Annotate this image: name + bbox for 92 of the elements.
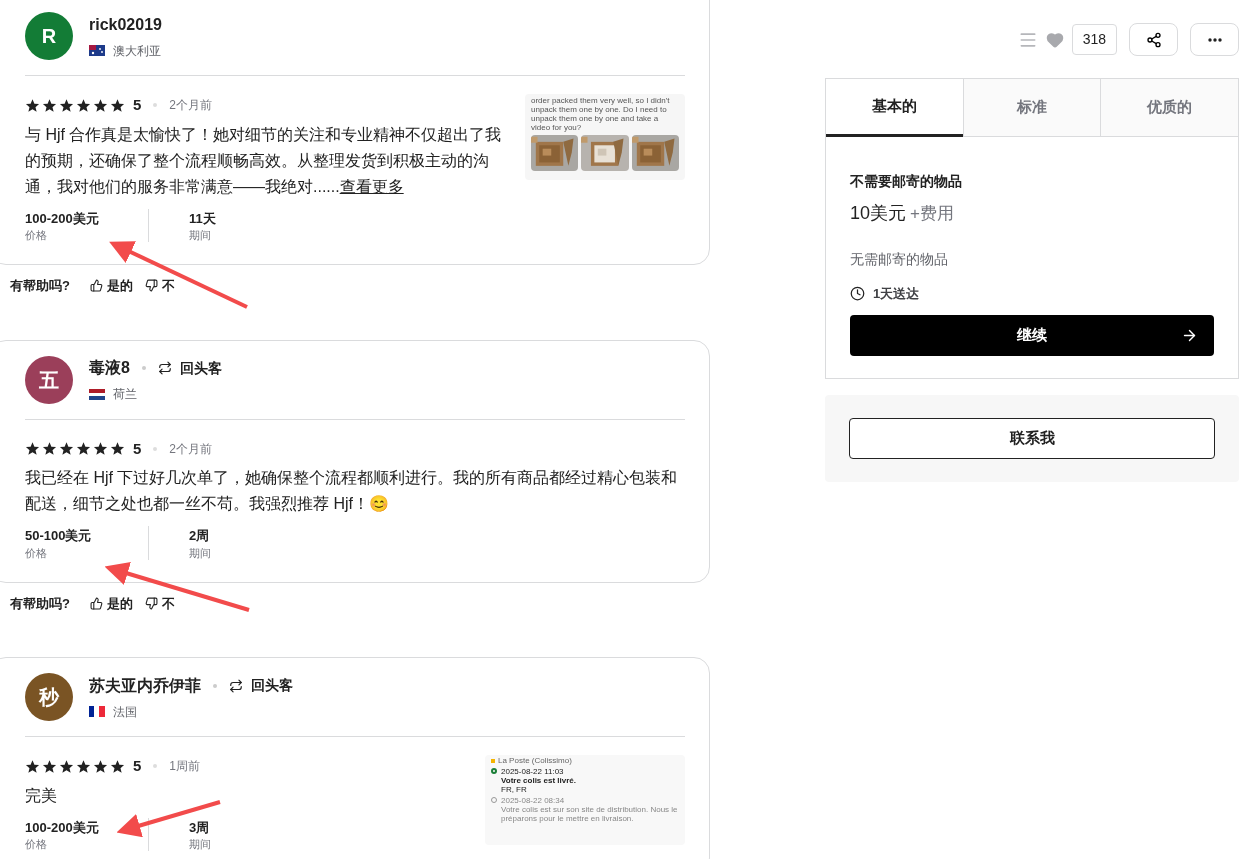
star-icon (25, 758, 40, 774)
stat-value: 100-200美元 (25, 209, 100, 228)
clock-icon (850, 286, 865, 302)
review-text: 我已经在 Hjf 下过好几次单了，她确保整个流程都顺利进行。我的所有商品都经过精心包装和配送，细节之处也都一丝不苟。我强烈推荐 Hjf！😊 (25, 468, 679, 514)
helpful-yes-button[interactable]: 是的 (89, 593, 133, 613)
reviewer-country: 荷兰 (113, 386, 137, 403)
star-icon (59, 97, 74, 113)
package-fee: +费用 (910, 203, 954, 225)
flag-icon (89, 388, 105, 400)
avatar: 五 (25, 355, 73, 404)
star-icon (76, 758, 91, 774)
message-text: order packed them very well, so I didn't unpack them one by one. Do I need to unpack them one by one and take a video for you? (531, 96, 671, 132)
stat-label: 期间 (189, 838, 211, 851)
review-time: 2个月前 (169, 97, 213, 115)
star-icon (110, 97, 125, 113)
stat-label: 价格 (25, 838, 48, 851)
star-icon (59, 758, 74, 774)
event-title: Votre colis est sur son site de distribution. Nous le préparons pour le mettre en livraison. (501, 805, 679, 823)
share-button[interactable] (1129, 23, 1178, 56)
thumbs-down-icon (144, 279, 158, 293)
stat-label: 价格 (25, 229, 48, 242)
helpful-no-button[interactable]: 不 (144, 276, 175, 296)
thumbs-up-icon (89, 596, 103, 610)
star-icon (93, 441, 108, 457)
delivery-time: 1天送达 (873, 285, 920, 303)
attachment-preview[interactable]: La Poste (Colissimo) 2025-08-22 11:03 Votre colis est livré. FR, FR 2025-08-22 08:34 Votre colis est sur son site de distribution. Nous le préparons pour le mettre en livraison. (485, 755, 685, 845)
review-time: 1周前 (169, 758, 201, 776)
star-icon (25, 441, 40, 457)
contact-button[interactable]: 联系我 (849, 417, 1215, 459)
more-button[interactable] (1190, 23, 1239, 56)
helpful-no-button[interactable]: 不 (144, 593, 175, 613)
helpful-question: 有帮助吗? (10, 594, 70, 613)
flag-icon (89, 45, 105, 56)
more-icon (1207, 37, 1222, 42)
flag-icon (89, 706, 105, 717)
stat-value: 100-200美元 (25, 818, 100, 837)
review-text: 完美 (25, 785, 57, 806)
event-time: 2025-08-22 11:03 (501, 767, 565, 776)
reviewer-country: 法国 (113, 703, 137, 721)
rating-value: 5 (133, 95, 142, 115)
star-icon (59, 441, 74, 457)
rating-value: 5 (133, 756, 142, 776)
star-icon (42, 441, 57, 457)
star-icon (93, 758, 108, 774)
package-tab[interactable]: 标准 (962, 79, 1101, 137)
star-icon (76, 441, 91, 457)
star-icon (110, 441, 125, 457)
review-text: 与 Hjf 合作真是太愉快了！她对细节的关注和专业精神不仅超出了我的预期，还确保了整个流程顺畅高效。从整理发货到积极主动的沟通，我对他们的服务非常满意——我绝对......查看更多 (25, 124, 503, 197)
thumbs-up-icon (89, 279, 103, 293)
stat-label: 期间 (189, 229, 212, 242)
thumbs-down-icon (144, 596, 158, 610)
star-icon (93, 97, 108, 113)
stat-value: 50-100美元 (25, 527, 93, 545)
rating-value: 5 (133, 438, 142, 459)
event-title: Votre colis est livré. (501, 776, 576, 785)
event-detail: FR, FR (501, 785, 528, 794)
repeat-icon (229, 678, 243, 693)
helpful-yes-button[interactable]: 是的 (89, 276, 133, 296)
heart-icon[interactable] (1045, 30, 1064, 49)
helpful-question: 有帮助吗? (10, 277, 70, 295)
star-icon (25, 97, 40, 113)
stat-value: 11天 (189, 209, 216, 228)
continue-button[interactable]: 继续 (850, 314, 1214, 356)
repeat-client-label: 回头客 (179, 358, 222, 378)
share-icon (1145, 31, 1162, 48)
stat-label: 价格 (25, 546, 48, 560)
star-icon (110, 758, 125, 774)
reviewer-name: 毒液8 (89, 358, 130, 378)
review-time: 2个月前 (169, 440, 213, 458)
package-tab[interactable]: 优质的 (1100, 79, 1238, 137)
package-title: 不需要邮寄的物品 (850, 172, 963, 191)
star-icon (42, 758, 57, 774)
avatar: 秒 (25, 673, 73, 721)
stat-label: 期间 (189, 546, 211, 560)
event-time: 2025-08-22 08:34 (501, 796, 566, 805)
repeat-icon (157, 361, 172, 375)
reviewer-name: rick02019 (89, 14, 162, 35)
carrier-name: La Poste (Colissimo) (498, 756, 572, 765)
package-description: 无需邮寄的物品 (850, 250, 949, 269)
stat-value: 3周 (189, 818, 211, 837)
avatar: R (25, 12, 73, 60)
see-more-link[interactable]: 查看更多 (339, 177, 404, 195)
package-price: 10美元 (850, 202, 907, 225)
star-icon (42, 97, 57, 113)
stat-value: 2周 (189, 527, 211, 545)
carrier-icon (491, 758, 495, 763)
repeat-client-label: 回头客 (251, 676, 293, 695)
like-count: 318 (1071, 24, 1117, 55)
attachment-preview[interactable]: order packed them very well, so I didn't unpack them one by one. Do I need to unpack them one by one and take a video for you? (525, 94, 685, 180)
reviewer-country: 澳大利亚 (113, 42, 161, 60)
star-icon (76, 97, 91, 113)
reviewer-name: 苏夫亚内乔伊菲 (89, 675, 201, 696)
